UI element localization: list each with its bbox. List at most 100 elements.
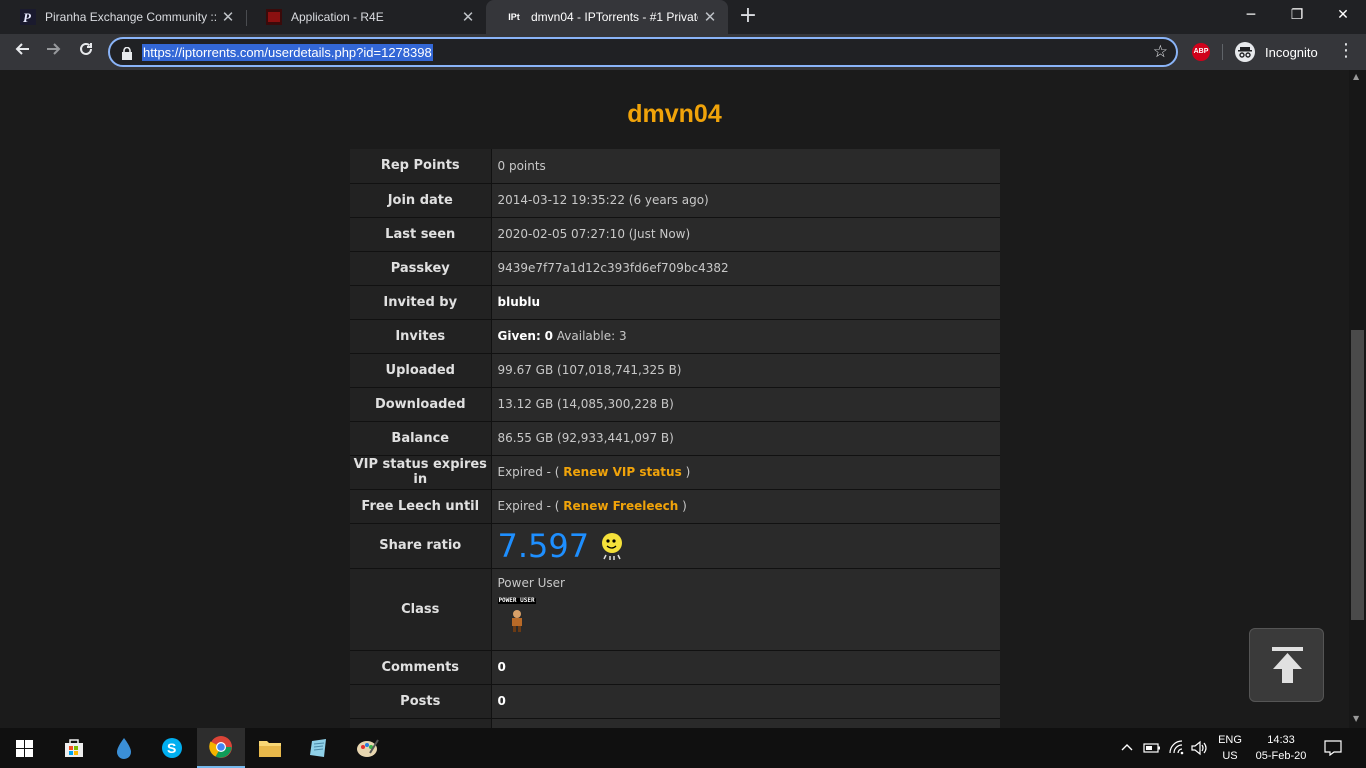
address-bar[interactable]: https://iptorrents.com/userdetails.php?i… <box>108 37 1178 67</box>
tab-application-r4e[interactable]: Application - R4E ✕ <box>246 0 486 34</box>
table-row: Uploaded 99.67 GB (107,018,741,325 B) <box>350 353 1000 388</box>
vip-status-prefix: Expired - ( <box>497 465 560 479</box>
chrome-taskbar-icon[interactable] <box>197 728 245 768</box>
uploaded-value: 99.67 GB (107,018,741,325 B) <box>491 353 1000 388</box>
volume-icon[interactable] <box>1191 728 1209 768</box>
system-clock[interactable]: 14:33 05-Feb-20 <box>1250 728 1312 768</box>
vip-status-suffix: ) <box>685 465 691 479</box>
table-row: Join date 2014-03-12 19:35:22 (6 years a… <box>350 183 1000 218</box>
renew-vip-link[interactable]: Renew VIP status <box>563 465 681 479</box>
row-label: VIP status expires in <box>350 455 492 490</box>
freeleech-prefix: Expired - ( <box>497 499 560 513</box>
browser-menu-icon[interactable]: ⋮ <box>1337 40 1355 61</box>
incognito-icon <box>1235 42 1255 62</box>
lock-icon <box>122 45 132 60</box>
table-row: Invites Given: 0 Available: 3 <box>350 319 1000 354</box>
file-explorer-icon[interactable] <box>246 728 294 768</box>
table-row: Balance 86.55 GB (92,933,441,097 B) <box>350 421 1000 456</box>
incognito-indicator[interactable]: Incognito <box>1235 41 1318 63</box>
adblock-plus-icon[interactable]: ABP <box>1192 43 1210 61</box>
table-row: Class Power User POWER USER <box>350 568 1000 651</box>
page-viewport: dmvn04 Rep Points 0 points Join date 201… <box>0 70 1349 728</box>
profile-username: dmvn04 <box>627 100 722 128</box>
comments-count-link[interactable]: 0 <box>498 660 506 674</box>
tab-iptorrents[interactable]: IPt dmvn04 - IPTorrents - #1 Private ✕ <box>486 0 728 34</box>
happy-chick-icon <box>599 531 625 561</box>
r4e-favicon-icon <box>266 9 282 25</box>
close-tab-icon[interactable]: ✕ <box>216 8 240 26</box>
tab-title: dmvn04 - IPTorrents - #1 Private <box>531 10 698 24</box>
wifi-icon[interactable] <box>1168 728 1186 768</box>
row-label: Invited by <box>350 285 492 320</box>
battery-icon[interactable] <box>1143 728 1161 768</box>
vip-status-cell: Expired - ( Renew VIP status ) <box>491 455 1000 490</box>
row-label: Posts <box>350 684 492 719</box>
row-label <box>350 718 492 728</box>
class-name: Power User <box>497 575 565 590</box>
input-language-indicator[interactable]: ENG US <box>1214 728 1246 768</box>
row-label: Join date <box>350 183 492 218</box>
row-label: Share ratio <box>350 523 492 569</box>
tab-piranha-exchange[interactable]: P Piranha Exchange Community :: D ✕ <box>0 0 246 34</box>
table-row: Downloaded 13.12 GB (14,085,300,228 B) <box>350 387 1000 422</box>
row-label: Uploaded <box>350 353 492 388</box>
passkey-value[interactable]: 9439e7f77a1d12c393fd6ef709bc4382 <box>491 251 1000 286</box>
inviter-link[interactable]: blublu <box>498 295 541 309</box>
close-tab-icon[interactable]: ✕ <box>698 8 722 26</box>
renew-freeleech-link[interactable]: Renew Freeleech <box>563 499 678 513</box>
row-label: Comments <box>350 650 492 685</box>
new-tab-button[interactable]: + <box>736 5 760 29</box>
downloaded-value: 13.12 GB (14,085,300,228 B) <box>491 387 1000 422</box>
share-ratio-value: 7.597 <box>497 526 590 565</box>
empty-cell <box>491 718 1000 728</box>
paint-app-icon[interactable] <box>344 728 392 768</box>
invited-by-cell: blublu <box>491 285 1000 320</box>
iptorrents-favicon-icon: IPt <box>508 12 520 22</box>
table-row: Passkey 9439e7f77a1d12c393fd6ef709bc4382 <box>350 251 1000 286</box>
invites-available-count: 3 <box>618 329 627 343</box>
row-label: Rep Points <box>350 149 492 184</box>
svg-text:P: P <box>23 10 32 25</box>
reload-button[interactable] <box>73 39 99 65</box>
url-text[interactable]: https://iptorrents.com/userdetails.php?i… <box>142 44 433 61</box>
restore-button[interactable]: ❐ <box>1274 0 1320 30</box>
region-code: US <box>1222 750 1238 762</box>
invites-given-label: Given: <box>497 329 541 343</box>
windows-start-icon[interactable] <box>0 728 48 768</box>
tab-title: Piranha Exchange Community :: D <box>45 10 216 24</box>
row-label: Last seen <box>350 217 492 252</box>
close-window-button[interactable]: ✕ <box>1320 0 1366 30</box>
table-row: Posts 0 <box>350 684 1000 719</box>
row-label: Balance <box>350 421 492 456</box>
water-drop-app-icon[interactable] <box>100 728 148 768</box>
microsoft-store-icon[interactable] <box>50 728 98 768</box>
forward-button[interactable] <box>41 39 67 65</box>
invites-given-count: 0 <box>544 329 553 343</box>
scrollbar-thumb[interactable] <box>1351 330 1364 620</box>
piranha-favicon-icon: P <box>20 9 36 25</box>
minimize-button[interactable]: ─ <box>1228 0 1274 30</box>
scroll-down-arrow-icon[interactable]: ▼ <box>1353 714 1362 723</box>
invites-cell: Given: 0 Available: 3 <box>491 319 1000 354</box>
table-row: Comments 0 <box>350 650 1000 685</box>
row-label: Invites <box>350 319 492 354</box>
scroll-to-top-button[interactable] <box>1249 628 1324 702</box>
show-hidden-icons-button[interactable] <box>1120 728 1134 768</box>
page-scrollbar[interactable]: ▲ ▼ <box>1349 70 1366 728</box>
browser-toolbar: https://iptorrents.com/userdetails.php?i… <box>0 34 1366 70</box>
action-center-icon[interactable] <box>1324 728 1342 768</box>
tab-title: Application - R4E <box>291 10 384 24</box>
close-tab-icon[interactable]: ✕ <box>456 8 480 26</box>
user-details-table: Rep Points 0 points Join date 2014-03-12… <box>350 149 1000 728</box>
back-button[interactable] <box>9 39 35 65</box>
scroll-up-arrow-icon[interactable]: ▲ <box>1353 72 1362 81</box>
row-label: Free Leech until <box>350 489 492 524</box>
table-row <box>350 718 1000 728</box>
skype-icon[interactable]: S <box>148 728 196 768</box>
posts-count-link[interactable]: 0 <box>498 694 506 708</box>
clock-time: 14:33 <box>1267 734 1295 746</box>
bookmark-star-icon[interactable]: ☆ <box>1153 42 1168 62</box>
language-code: ENG <box>1218 734 1242 746</box>
class-cell: Power User POWER USER <box>491 568 1000 651</box>
notepad-app-icon[interactable] <box>295 728 343 768</box>
